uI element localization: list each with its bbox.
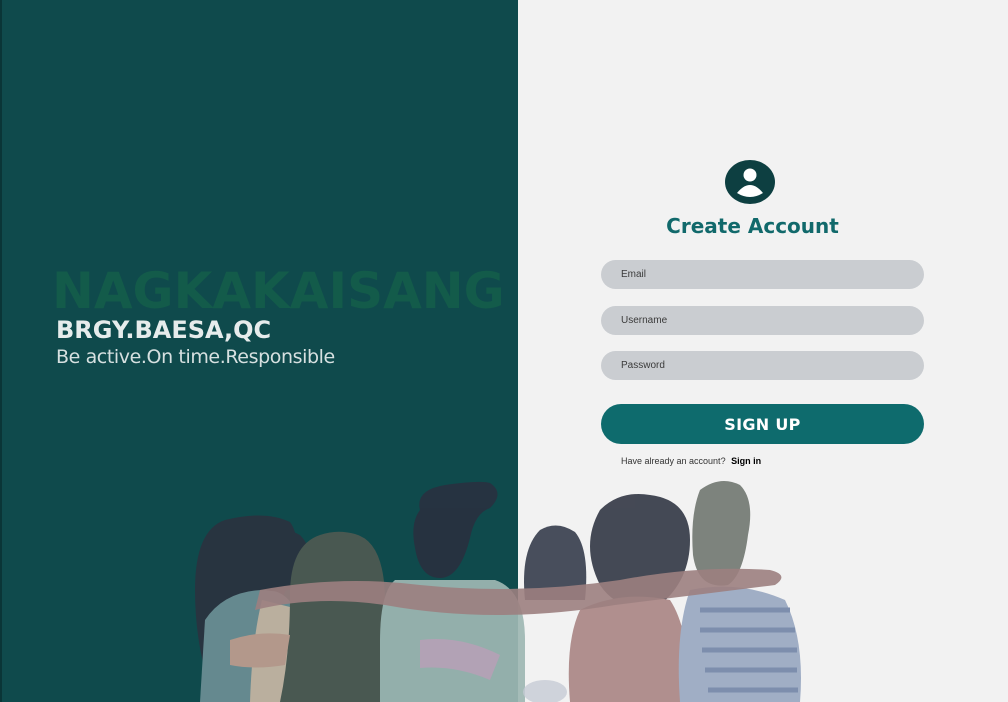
panel-edge [0,0,2,702]
sign-up-page: NAGKAKAISANG BRGY.BAESA,QC Be active.On … [0,0,1008,702]
brand-tagline: Be active.On time.Responsible [56,346,335,368]
create-account-title: Create Account [666,214,839,238]
person-7-body [678,586,801,702]
person-7-stripes [700,607,798,693]
brand-title: NAGKAKAISANG [52,262,505,320]
password-input[interactable] [601,351,924,380]
sign-in-link[interactable]: Sign in [731,456,761,466]
brand-subtitle: BRGY.BAESA,QC [56,316,272,344]
signin-prompt: Have already an account? Sign in [621,456,761,466]
sign-up-button[interactable]: SIGN UP [601,404,924,444]
username-input[interactable] [601,306,924,335]
email-input[interactable] [601,260,924,289]
floor-shape [523,680,567,702]
person-6-hair [590,494,690,608]
person-7-hair [692,481,751,586]
person-5-hair [524,525,587,600]
user-circle-icon [725,160,775,204]
have-account-text: Have already an account? [621,456,726,466]
person-6-body [568,596,690,702]
